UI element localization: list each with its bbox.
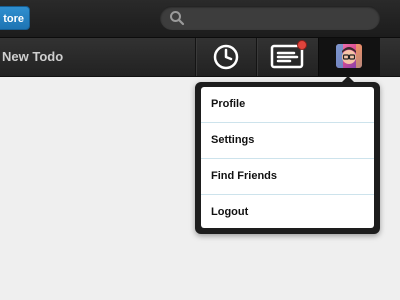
user-menu-button[interactable] [318,38,380,76]
dropdown-list: Profile Settings Find Friends Logout [201,87,374,228]
clock-button[interactable] [195,38,255,76]
clock-icon [213,44,239,70]
menu-item-profile[interactable]: Profile [201,87,374,123]
top-bar: tore [0,0,400,38]
menu-item-logout[interactable]: Logout [201,195,374,228]
menu-item-find-friends[interactable]: Find Friends [201,159,374,195]
avatar [336,44,362,68]
notification-badge [297,40,307,50]
toolbar: New Todo [0,38,400,77]
messages-button[interactable] [256,38,318,76]
store-button[interactable]: tore [0,6,30,30]
new-todo-button[interactable]: New Todo [2,38,63,76]
user-dropdown-menu: Profile Settings Find Friends Logout [195,82,380,234]
menu-item-settings[interactable]: Settings [201,123,374,159]
search-icon [170,11,185,26]
search-input[interactable] [160,6,380,30]
